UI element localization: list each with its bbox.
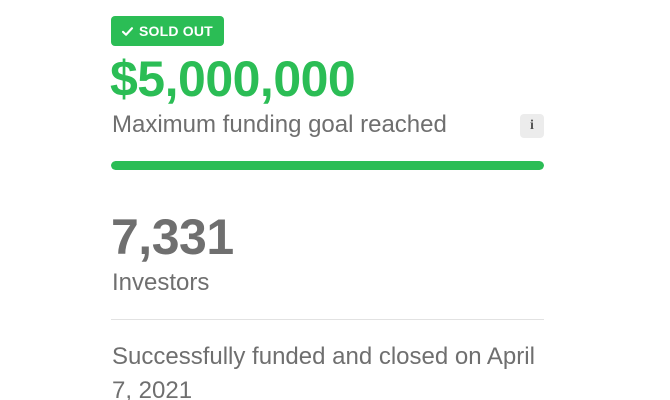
investors-label: Investors <box>112 269 210 296</box>
funding-progress-bar <box>111 161 544 170</box>
badge-label: SOLD OUT <box>139 23 213 39</box>
funding-progress-fill <box>111 161 544 170</box>
check-icon <box>121 26 134 36</box>
info-button[interactable]: i <box>520 114 544 138</box>
divider <box>111 319 544 320</box>
funding-amount: $5,000,000 <box>110 51 356 107</box>
info-icon: i <box>530 118 534 133</box>
investors-count: 7,331 <box>111 209 234 265</box>
sold-out-badge: SOLD OUT <box>111 16 224 46</box>
funding-status-text: Successfully funded and closed on April … <box>112 343 535 400</box>
funding-goal-label: Maximum funding goal reached <box>112 111 447 138</box>
